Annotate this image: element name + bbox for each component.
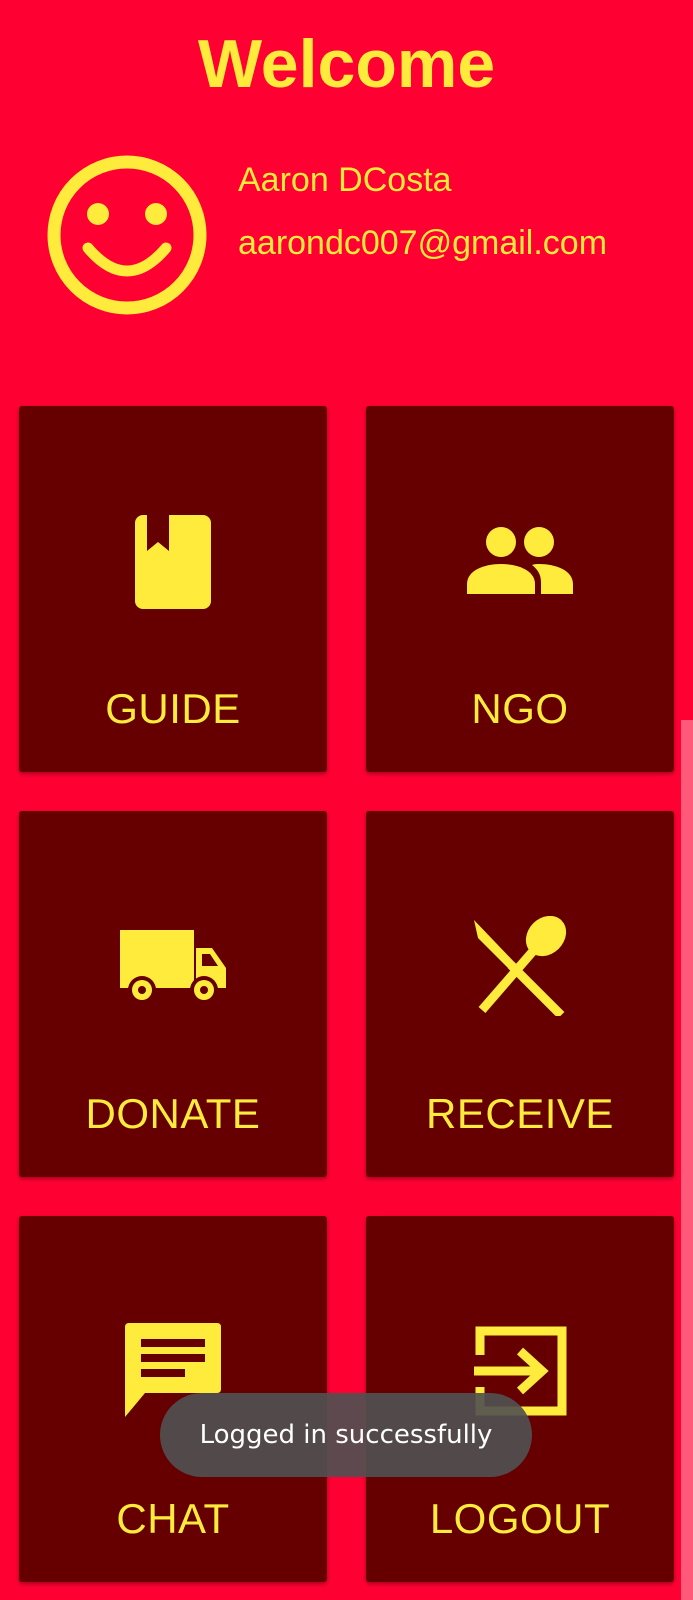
- people-group-icon: [366, 506, 674, 616]
- smiley-face-icon: [46, 154, 208, 316]
- book-bookmark-icon: [19, 506, 327, 616]
- receive-label: RECEIVE: [426, 1090, 614, 1137]
- scrollbar[interactable]: [681, 720, 693, 1600]
- user-email: aarondc007@gmail.com: [238, 224, 608, 262]
- logout-label: LOGOUT: [429, 1495, 611, 1542]
- knife-spoon-icon: [366, 911, 674, 1021]
- guide-label: GUIDE: [105, 685, 241, 732]
- donate-button[interactable]: DONATE: [19, 811, 327, 1177]
- home-screen: Welcome Aaron DCosta aarondc007@gmail.co…: [0, 0, 693, 1600]
- ngo-label: NGO: [471, 685, 569, 732]
- receive-button[interactable]: RECEIVE: [366, 811, 674, 1177]
- chat-label: CHAT: [116, 1495, 230, 1542]
- guide-button[interactable]: GUIDE: [19, 406, 327, 772]
- delivery-truck-icon: [19, 911, 327, 1021]
- ngo-button[interactable]: NGO: [366, 406, 674, 772]
- user-name: Aaron DCosta: [238, 161, 452, 199]
- donate-label: DONATE: [85, 1090, 261, 1137]
- page-title: Welcome: [197, 26, 496, 102]
- toast-message: Logged in successfully: [160, 1393, 532, 1477]
